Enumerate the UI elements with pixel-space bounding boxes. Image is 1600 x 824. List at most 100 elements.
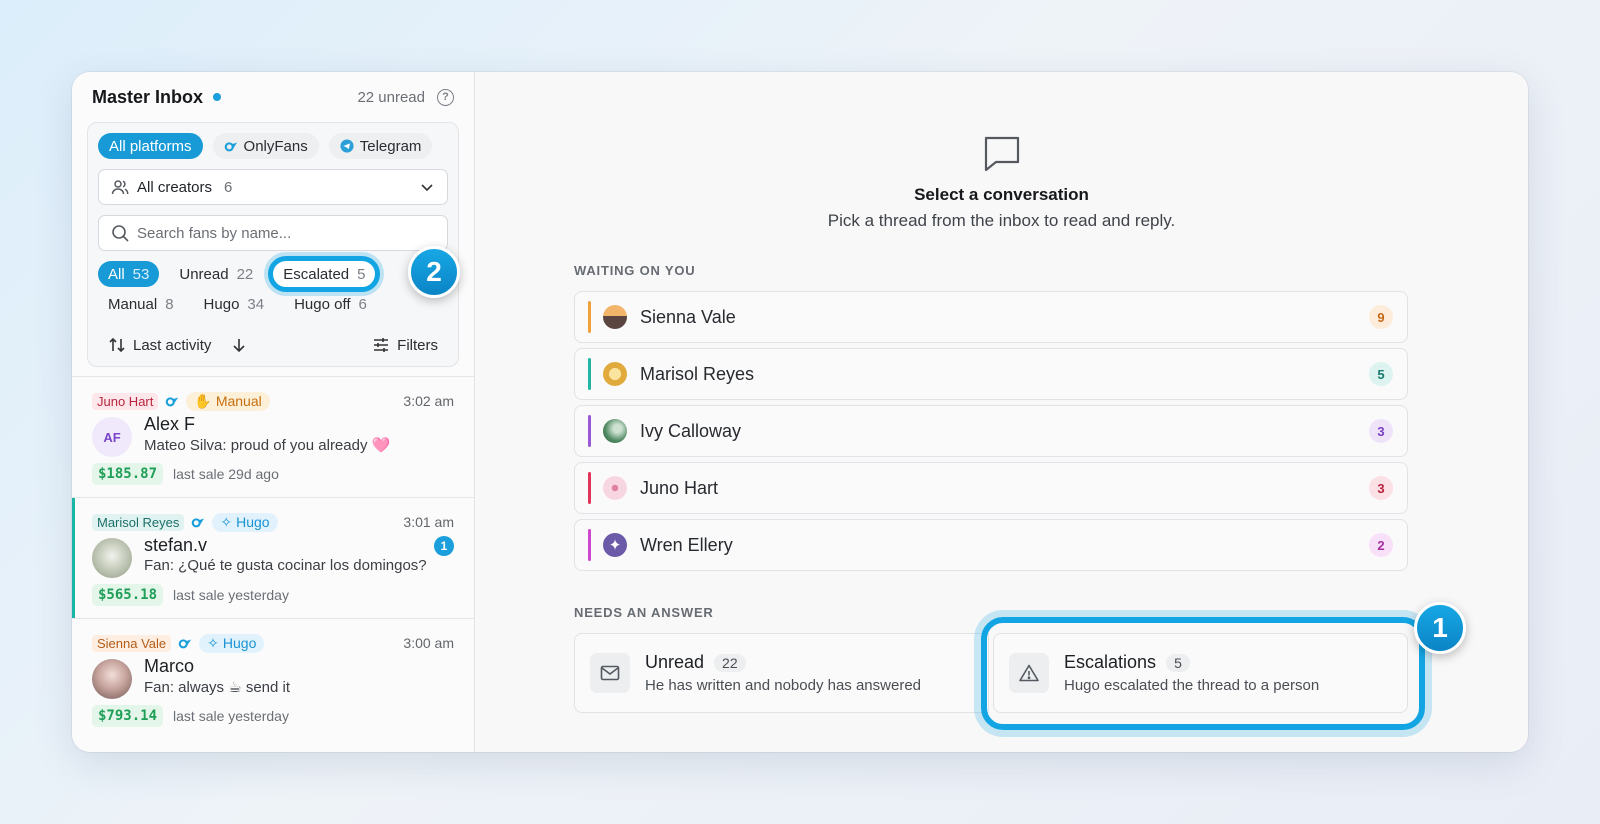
unread-card[interactable]: Unread 22 He has written and nobody has a… [574, 633, 989, 713]
tab-escalated[interactable]: Escalated 5 [268, 256, 381, 292]
avatar [92, 659, 132, 699]
waiting-count: 9 [1369, 305, 1393, 329]
waiting-creator-row[interactable]: Sienna Vale 9 [574, 291, 1408, 343]
platform-filter: All platforms OnlyFans Telegram [98, 133, 448, 159]
empty-title: Select a conversation [914, 185, 1089, 204]
waiting-creator-row[interactable]: Juno Hart 3 [574, 462, 1408, 514]
conversation-meta: Sienna Vale ✧ Hugo 3:00 am [92, 633, 454, 653]
mode-badge: ✧ Hugo [199, 633, 265, 653]
sort-button[interactable]: Last activity [98, 336, 221, 354]
creator-tag: Juno Hart [92, 392, 159, 410]
creator-avatar [603, 305, 627, 329]
tab-all-label: All [108, 265, 125, 283]
waiting-section-label: WAITING ON YOU [574, 263, 696, 278]
conversation-footer: $185.87 last sale 29d ago [92, 463, 454, 485]
search-input[interactable] [137, 224, 417, 242]
escalations-card-desc: Hugo escalated the thread to a person [1064, 677, 1320, 694]
users-icon [111, 180, 129, 195]
tab-escalated-count: 5 [357, 265, 366, 283]
waiting-creator-row[interactable]: Ivy Calloway 3 [574, 405, 1408, 457]
conversation-time: 3:00 am [403, 635, 454, 651]
conversation-meta: Juno Hart ✋ Manual 3:02 am [92, 391, 454, 411]
waiting-creator-row[interactable]: ✦ Wren Ellery 2 [574, 519, 1408, 571]
color-bar [588, 415, 591, 447]
telegram-icon [340, 139, 354, 153]
warning-icon [1009, 653, 1049, 693]
sort-label: Last activity [133, 336, 212, 354]
onlyfans-icon [192, 518, 205, 528]
conversation-list: Juno Hart ✋ Manual 3:02 am AF Alex F Mate… [72, 376, 474, 739]
tab-unread-label: Unread [179, 265, 229, 283]
conversation-meta: Marisol Reyes ✧ Hugo 3:01 am [92, 512, 454, 532]
waiting-count: 3 [1369, 419, 1393, 443]
creator-name: Ivy Calloway [640, 420, 742, 441]
color-bar [588, 301, 591, 333]
mode-badge: ✧ Hugo [212, 512, 278, 532]
tab-escalated-label: Escalated [283, 265, 350, 283]
filters-button[interactable]: Filters [362, 336, 448, 354]
escalations-card-count: 5 [1166, 653, 1190, 672]
mode-label: Hugo [222, 635, 257, 651]
creator-name: Wren Ellery [640, 534, 733, 555]
sort-direction-button[interactable] [221, 337, 257, 353]
tab-hugo-off-label: Hugo off [294, 295, 351, 313]
empty-state: Select a conversation Pick a thread from… [475, 134, 1528, 231]
tab-hugo-off[interactable]: Hugo off 6 [284, 291, 377, 317]
escalations-card[interactable]: Escalations 5 Hugo escalated the thread t… [993, 633, 1408, 713]
waiting-count: 3 [1369, 476, 1393, 500]
needs-answer-label: NEEDS AN ANSWER [574, 605, 714, 620]
tab-hugo-off-count: 6 [358, 295, 367, 313]
status-tabs: All 53 Unread 22 Escalated 5 Manual 8 Hugo 34… [98, 256, 438, 317]
creator-select-label: All creators [137, 178, 213, 196]
creator-tag: Marisol Reyes [92, 513, 185, 531]
platform-onlyfans[interactable]: OnlyFans [212, 133, 319, 159]
chevron-down-icon [421, 184, 433, 192]
conversation-item[interactable]: Sienna Vale ✧ Hugo 3:00 am Marco Fan: alw… [72, 618, 474, 739]
conversation-panel: Select a conversation Pick a thread from… [475, 72, 1528, 752]
mode-badge: ✋ Manual [186, 391, 270, 411]
sort-bar: Last activity Filters [98, 336, 448, 354]
conversation-body: AF Alex F Mateo Silva: proud of you alre… [92, 414, 454, 457]
last-sale: last sale yesterday [173, 587, 289, 603]
conversation-time: 3:02 am [403, 393, 454, 409]
waiting-creator-row[interactable]: Marisol Reyes 5 [574, 348, 1408, 400]
callout-badge-1: 1 [1414, 602, 1466, 654]
platform-onlyfans-label: OnlyFans [243, 137, 308, 155]
tab-hugo[interactable]: Hugo 34 [194, 291, 275, 317]
tab-all[interactable]: All 53 [98, 261, 160, 287]
sliders-icon [374, 338, 389, 352]
conversation-body: Marco Fan: always ☕ send it [92, 656, 454, 699]
spend-amount: $185.87 [92, 463, 164, 485]
tab-unread[interactable]: Unread 22 [169, 261, 263, 287]
sidebar-header: Master Inbox 22 unread ? [72, 72, 474, 122]
color-bar [588, 472, 591, 504]
unread-badge: 1 [434, 536, 454, 556]
hand-icon: ✋ [194, 392, 212, 409]
platform-telegram[interactable]: Telegram [328, 133, 433, 159]
conversation-item[interactable]: Marisol Reyes ✧ Hugo 3:01 am 1 stefan.v F… [72, 497, 474, 618]
creator-avatar: ✦ [603, 533, 627, 557]
tab-manual[interactable]: Manual 8 [98, 291, 184, 317]
conversation-time: 3:01 am [403, 514, 454, 530]
creator-name: Juno Hart [640, 477, 719, 498]
arrow-down-icon [233, 339, 245, 353]
live-status-dot [213, 93, 222, 101]
unread-card-title: Unread [645, 652, 705, 672]
help-icon[interactable]: ? [437, 88, 454, 106]
escalations-card-title: Escalations [1064, 652, 1157, 672]
onlyfans-icon [166, 397, 179, 407]
tab-manual-count: 8 [165, 295, 174, 313]
color-bar [588, 358, 591, 390]
search-field[interactable] [98, 215, 448, 251]
avatar: AF [92, 417, 132, 457]
message-preview: Mateo Silva: proud of you already 🩷 [144, 437, 391, 454]
unread-count-label: 22 unread [357, 88, 425, 106]
tab-unread-count: 22 [236, 265, 254, 283]
platform-all[interactable]: All platforms [98, 133, 203, 159]
tab-hugo-label: Hugo [203, 295, 240, 313]
conversation-item[interactable]: Juno Hart ✋ Manual 3:02 am AF Alex F Mate… [72, 376, 474, 497]
creator-name: Sienna Vale [640, 306, 736, 327]
creator-select[interactable]: All creators 6 [98, 169, 448, 205]
tab-hugo-count: 34 [247, 295, 265, 313]
empty-subtitle: Pick a thread from the inbox to read and… [827, 211, 1176, 230]
